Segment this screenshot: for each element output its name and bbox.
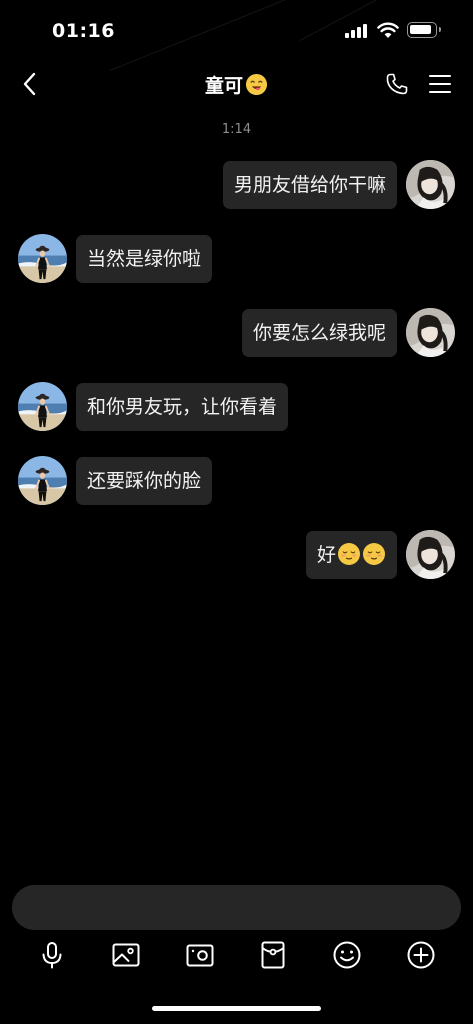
avatar[interactable] (18, 456, 67, 505)
message-bubble[interactable]: 当然是绿你啦 (76, 235, 213, 283)
chat-timestamp: 1:14 (221, 122, 252, 137)
smiling-face-emoji (245, 73, 268, 96)
message-row: 你要怎么绿我呢 (0, 308, 473, 358)
message-row: 和你男友玩，让你看着 (0, 382, 473, 432)
camera-icon[interactable] (184, 939, 216, 971)
message-row: 男朋友借给你干嘛 (0, 160, 473, 210)
plus-icon[interactable] (405, 939, 437, 971)
signal-icon (345, 24, 369, 38)
status-bar: 01:16 (0, 0, 473, 60)
message-text: 当然是绿你啦 (87, 248, 202, 270)
avatar[interactable] (18, 234, 67, 283)
message-bubble[interactable]: 还要踩你的脸 (76, 457, 213, 505)
phone-icon[interactable] (385, 72, 409, 96)
emoji-icon[interactable] (331, 939, 363, 971)
avatar[interactable] (406, 308, 455, 357)
message-text: 和你男友玩，让你看着 (87, 396, 278, 418)
message-row: 当然是绿你啦 (0, 234, 473, 284)
message-row: 还要踩你的脸 (0, 456, 473, 506)
message-text: 好 (316, 544, 336, 566)
message-bubble[interactable]: 你要怎么绿我呢 (241, 309, 397, 357)
message-text: 男朋友借给你干嘛 (233, 174, 386, 196)
message-bubble[interactable]: 好 (305, 531, 397, 579)
relieved-face-emoji (337, 542, 361, 566)
menu-icon[interactable] (428, 74, 452, 94)
avatar[interactable] (406, 160, 455, 209)
image-icon[interactable] (110, 939, 142, 971)
message-bubble[interactable]: 和你男友玩，让你看着 (76, 383, 289, 431)
message-bubble[interactable]: 男朋友借给你干嘛 (222, 161, 397, 209)
message-text: 还要踩你的脸 (87, 470, 202, 492)
red-packet-icon[interactable] (257, 939, 289, 971)
home-indicator (152, 1006, 321, 1011)
battery-icon (407, 22, 441, 38)
wifi-icon (377, 22, 399, 38)
chat-title-text: 童可 (204, 75, 243, 97)
chat-toolbar (0, 937, 473, 977)
avatar[interactable] (406, 530, 455, 579)
microphone-icon[interactable] (36, 939, 68, 971)
relieved-face-emoji (362, 542, 386, 566)
message-row: 好 (0, 530, 473, 580)
message-text: 你要怎么绿我呢 (252, 322, 386, 344)
status-time: 01:16 (52, 20, 115, 42)
avatar[interactable] (18, 382, 67, 431)
nav-bar: 童可 (0, 60, 473, 110)
message-input[interactable] (12, 885, 461, 930)
